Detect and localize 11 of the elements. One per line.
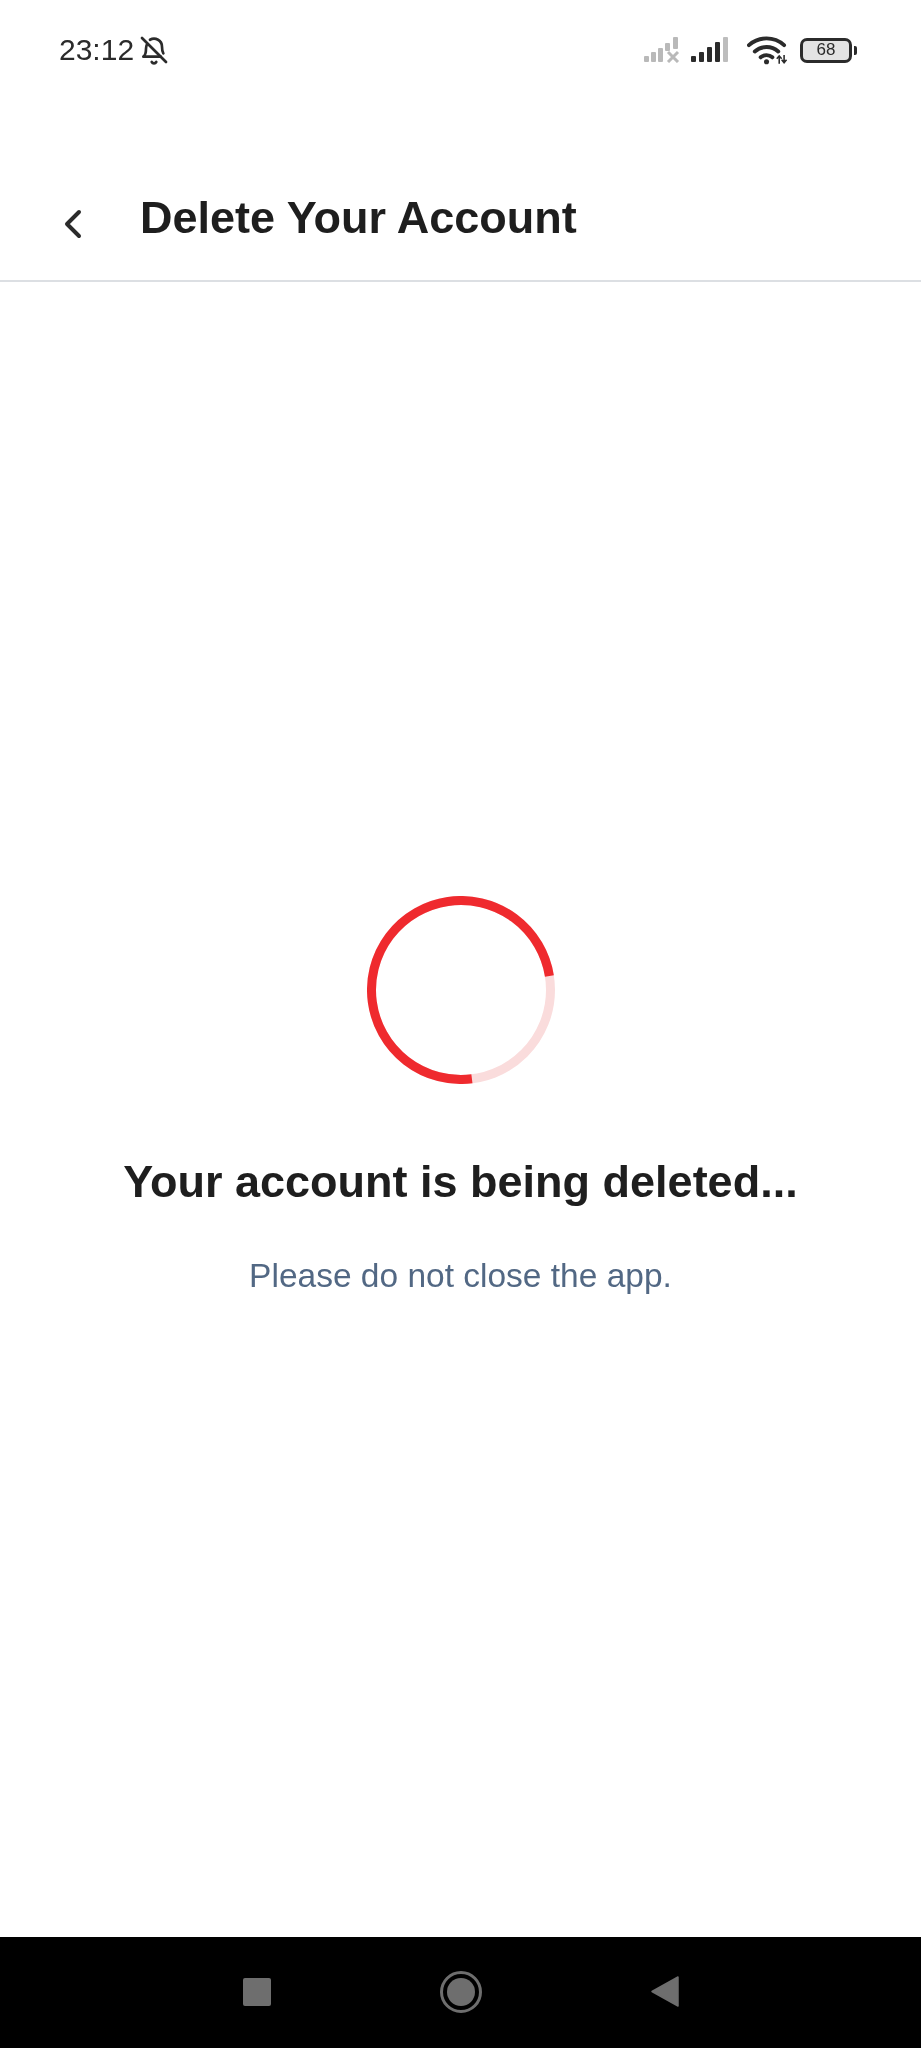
signal-icon [691,37,731,63]
chevron-left-icon [64,209,82,239]
back-icon[interactable] [650,1976,679,2007]
square-icon[interactable] [242,1977,271,2006]
page-title: Delete Your Account [140,192,577,244]
circle-icon[interactable] [439,1970,482,2013]
status-time: 23:12 [59,33,135,67]
battery-percentage: 68 [816,41,836,59]
wifi-icon [747,35,788,65]
status-heading: Your account is being deleted... [123,1155,798,1209]
status-subtitle: Please do not close the app. [249,1256,672,1296]
